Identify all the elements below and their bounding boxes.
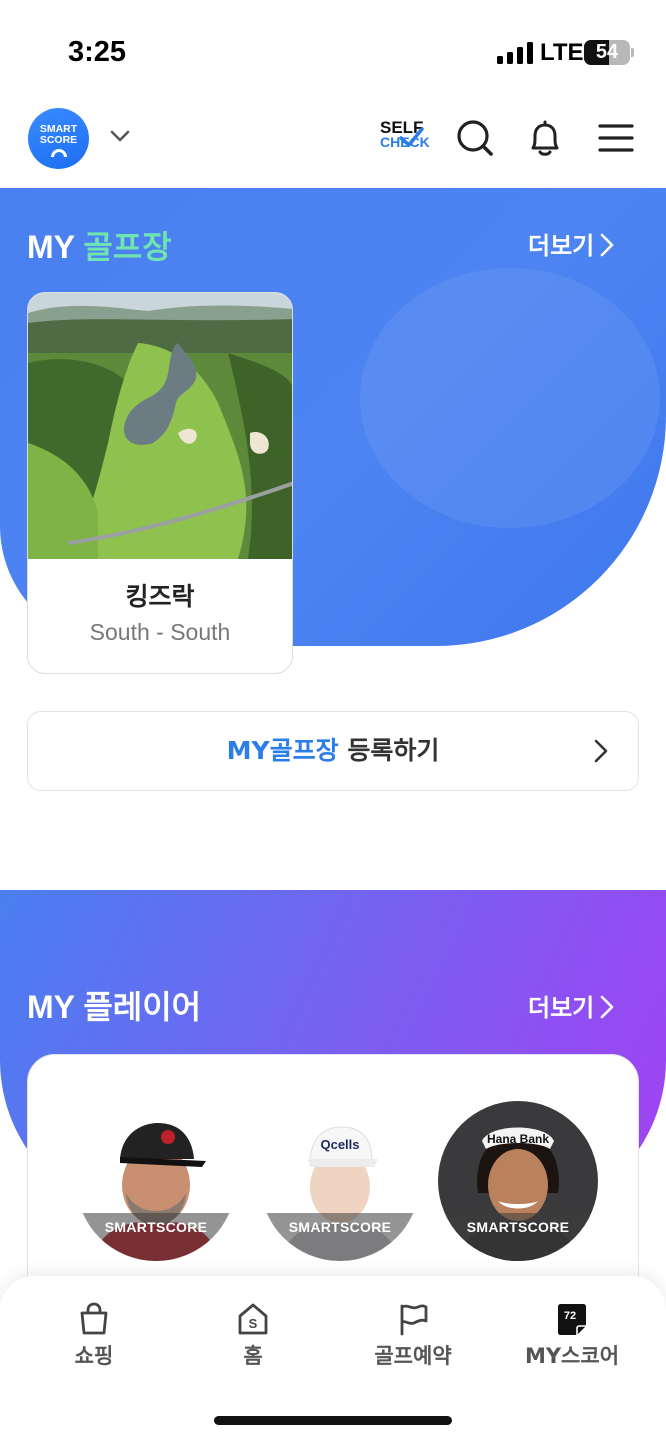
my-golf-title-prefix: MY [27, 229, 75, 265]
course-name: 킹즈락 [125, 582, 195, 611]
course-card[interactable]: 킹즈락 South - South [27, 292, 293, 674]
nav-item-shopping[interactable]: 쇼핑 [34, 1302, 154, 1372]
chevron-right-icon [600, 233, 614, 257]
bell-icon[interactable] [525, 118, 565, 158]
svg-text:S: S [249, 1316, 258, 1331]
check-icon [399, 127, 424, 147]
register-text: MY골프장 등록하기 [28, 712, 638, 790]
nav-label: 골프예약 [374, 1344, 452, 1368]
menu-icon[interactable] [596, 118, 636, 158]
more-label: 더보기 [528, 232, 595, 260]
flag-icon [400, 1304, 428, 1336]
smartscore-badge: SMARTSCORE [288, 1219, 392, 1235]
register-label: 등록하기 [347, 736, 440, 765]
my-player-title: MY 플레이어 [27, 989, 202, 1025]
chevron-right-icon [600, 995, 614, 1019]
player-avatar[interactable]: SMARTSCORE [76, 1101, 236, 1261]
status-bar: 3:25 LTE 54 [0, 0, 666, 100]
smartscore-badge: SMARTSCORE [466, 1219, 570, 1235]
home-indicator [214, 1416, 452, 1425]
player-card: SMARTSCORE Qcells SMARTSCORE Hana Bank S… [27, 1054, 639, 1314]
course-subtitle: South - South [89, 619, 231, 645]
status-time: 3:25 [68, 36, 127, 68]
my-golf-title: MY 골프장 [27, 222, 172, 268]
app-header: SMART SCORE SELF CHECK [0, 100, 666, 188]
course-photo [28, 293, 292, 559]
signal-icon [497, 42, 533, 64]
scorecard-icon: 72 [558, 1304, 586, 1335]
my-player-more-link[interactable]: 더보기 [528, 988, 614, 1023]
player-cap-text: Qcells [320, 1137, 359, 1152]
my-golf-title-accent: 골프장 [83, 229, 172, 265]
battery-icon: 54 [584, 40, 630, 65]
search-icon[interactable] [455, 118, 495, 158]
shopping-bag-icon [80, 1302, 108, 1335]
home-icon: S [238, 1303, 268, 1335]
battery-percent: 54 [595, 41, 619, 63]
logo-line2: SCORE [39, 134, 78, 146]
smartscore-logo[interactable]: SMART SCORE [28, 108, 89, 169]
battery-cap [631, 48, 634, 57]
nav-label: 홈 [243, 1344, 263, 1368]
smartscore-badge: SMARTSCORE [104, 1219, 208, 1235]
my-golf-more-link[interactable]: 더보기 [528, 226, 614, 261]
logo-arc [50, 149, 67, 157]
nav-item-home[interactable]: S 홈 [193, 1302, 313, 1372]
chevron-right-icon [594, 739, 608, 763]
register-accent: MY골프장 [226, 736, 339, 765]
player-cap-text: Hana Bank [487, 1132, 549, 1146]
chevron-down-icon[interactable] [108, 124, 132, 148]
score-badge: 72 [564, 1310, 576, 1322]
player-avatar[interactable]: Qcells SMARTSCORE [260, 1101, 420, 1261]
nav-item-golf-booking[interactable]: 골프예약 [353, 1302, 473, 1372]
self-check-button[interactable]: SELF CHECK [380, 119, 430, 160]
network-label: LTE [540, 39, 584, 66]
nav-label: MY스코어 [524, 1344, 620, 1368]
more-label: 더보기 [528, 994, 595, 1022]
nav-item-my-score[interactable]: 72 MY스코어 [512, 1302, 632, 1372]
bottom-nav: 쇼핑 S 홈 골프예약 72 MY스코어 [0, 1276, 666, 1440]
nav-label: 쇼핑 [74, 1344, 114, 1368]
player-avatar[interactable]: Hana Bank SMARTSCORE [438, 1101, 598, 1261]
register-golf-course-button[interactable]: MY골프장 등록하기 [27, 711, 639, 791]
